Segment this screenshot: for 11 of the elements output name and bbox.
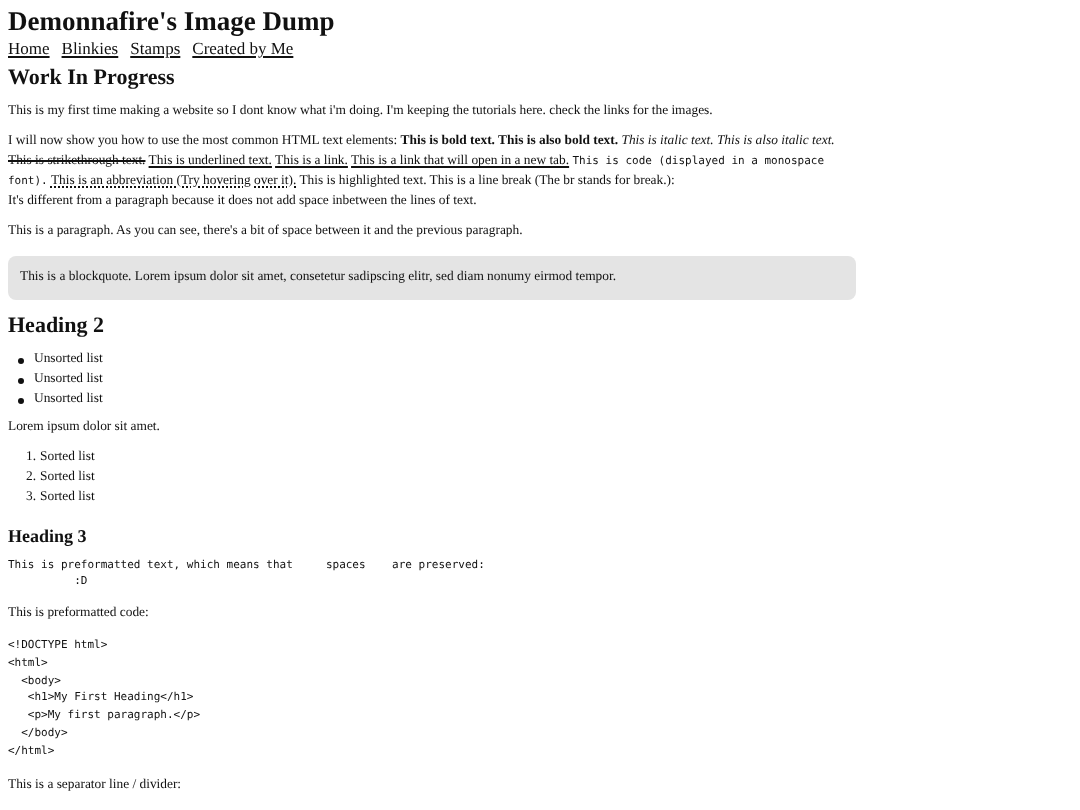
bullet-icon bbox=[18, 397, 24, 403]
nav-link[interactable]: Blinkies bbox=[61, 38, 119, 60]
bullet-icon bbox=[18, 357, 24, 363]
site-title: Demonnafire's Image Dump bbox=[8, 6, 337, 36]
bullet-icon bbox=[18, 377, 24, 383]
heading: Heading 2 bbox=[8, 314, 106, 340]
heading: Heading 3 bbox=[8, 526, 89, 548]
section-heading: Work In Progress bbox=[8, 66, 177, 92]
nav-link[interactable]: Home bbox=[8, 38, 50, 60]
nav-link[interactable]: Stamps bbox=[130, 38, 181, 60]
nav-link[interactable]: Created by Me bbox=[192, 38, 294, 60]
